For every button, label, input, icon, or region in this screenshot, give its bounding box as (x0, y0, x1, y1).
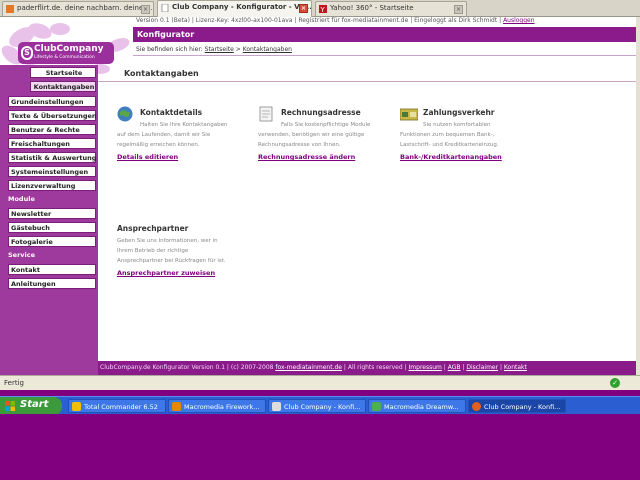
dreamweaver-icon (372, 402, 381, 411)
page-title: Kontaktangaben (124, 69, 199, 78)
breadcrumb: Sie befinden sich hier: Startseite > Kon… (136, 46, 292, 53)
footer-disclaimer-link[interactable]: Disclaimer (466, 364, 498, 371)
sidebar-item-startseite[interactable]: Startseite (30, 67, 96, 78)
sidebar-section-module: Module (8, 195, 35, 203)
bank-card-details-link[interactable]: Bank-/Kreditkartenangaben (400, 153, 518, 161)
divider (133, 55, 636, 56)
desktop-background (0, 414, 640, 480)
close-tab-icon[interactable]: × (299, 4, 308, 13)
sidebar-item-kontakt[interactable]: Kontakt (8, 264, 96, 275)
block-title: Rechnungsadresse (281, 108, 361, 117)
logo-mark-icon: S (21, 46, 33, 60)
sidebar-item-texte[interactable]: Texte & Übersetzungen (8, 110, 97, 121)
change-billing-address-link[interactable]: Rechnungsadresse ändern (258, 153, 376, 161)
firefox-icon (472, 402, 481, 411)
divider (98, 81, 636, 82)
block-title: Ansprechpartner (117, 224, 189, 233)
sidebar-item-freischaltungen[interactable]: Freischaltungen (8, 138, 96, 149)
sidebar-item-statistik[interactable]: Statistik & Auswertung (8, 152, 96, 163)
favicon-icon (6, 5, 14, 13)
taskbar-item-clubcompany-2[interactable]: Club Company - Konfi... (468, 399, 566, 413)
block-body: Halten Sie Ihre Kontaktangaben auf dem L… (117, 118, 235, 161)
browser-tab-paderflirt[interactable]: paderflirt.de. deine nachbarn. deine F..… (2, 1, 154, 16)
taskbar-item-total-commander[interactable]: Total Commander 6.52 (68, 399, 166, 413)
vertical-scrollbar[interactable] (636, 17, 640, 375)
browser-tab-yahoo[interactable]: Y Yahoo! 360° - Startseite × (315, 1, 467, 16)
sidebar-item-lizenzverwaltung[interactable]: Lizenzverwaltung (8, 180, 96, 191)
taskbar-item-clubcompany-1[interactable]: Club Company - Konfi... (268, 399, 366, 413)
section-title: Konfigurator (133, 27, 636, 42)
sidebar: Startseite Kontaktangaben Grundeinstellu… (0, 65, 98, 375)
windows-flag-icon (5, 401, 15, 411)
assign-contact-person-link[interactable]: Ansprechpartner zuweisen (117, 269, 235, 277)
footer-impressum-link[interactable]: Impressum (409, 364, 442, 371)
logo-name: ClubCompany (34, 44, 104, 54)
logout-link[interactable]: Ausloggen (503, 17, 534, 24)
sidebar-item-systemeinstellungen[interactable]: Systemeinstellungen (8, 166, 96, 177)
sidebar-item-kontaktangaben[interactable]: Kontaktangaben (30, 81, 96, 92)
block-body: Geben Sie uns Informationen, wer in Ihre… (117, 234, 235, 277)
footer-agb-link[interactable]: AGB (448, 364, 461, 371)
page-footer: ClubCompany.de Konfigurator Version 0.1 … (98, 361, 636, 375)
logo-badge: S ClubCompany Lifestyle & Communication (18, 42, 114, 64)
web-page: Version 0.1 (Beta) | Lizenz-Key: 4xzl00-… (0, 17, 636, 375)
license-info: Version 0.1 (Beta) | Lizenz-Key: 4xzl00-… (136, 17, 535, 24)
yahoo-icon: Y (319, 5, 327, 14)
page-icon (161, 3, 169, 13)
svg-text:Y: Y (320, 6, 326, 13)
footer-company-link[interactable]: fox-mediatainment.de (275, 364, 342, 371)
breadcrumb-home-link[interactable]: Startseite (205, 46, 234, 53)
total-commander-icon (72, 402, 81, 411)
taskbar-item-fireworks[interactable]: Macromedia Firework... (168, 399, 266, 413)
tab-label: Yahoo! 360° - Startseite (330, 4, 414, 12)
sidebar-item-newsletter[interactable]: Newsletter (8, 208, 96, 219)
close-tab-icon[interactable]: × (141, 5, 150, 14)
logo-tagline: Lifestyle & Communication (34, 55, 95, 60)
windows-taskbar: Start Total Commander 6.52 Macromedia Fi… (0, 396, 640, 415)
sidebar-item-fotogalerie[interactable]: Fotogalerie (8, 236, 96, 247)
browser-window-icon (272, 402, 281, 411)
block-body: Falls Sie kostenpflichtige Module verwen… (258, 118, 376, 161)
fireworks-icon (172, 402, 181, 411)
sidebar-item-anleitungen[interactable]: Anleitungen (8, 278, 96, 289)
status-text: Fertig (4, 379, 24, 387)
sidebar-item-grundeinstellungen[interactable]: Grundeinstellungen (8, 96, 96, 107)
browser-tab-clubcompany[interactable]: Club Company - Konfigurator - Ve... × (157, 0, 312, 17)
close-tab-icon[interactable]: × (454, 5, 463, 14)
start-button[interactable]: Start (0, 397, 62, 415)
tab-label: Club Company - Konfigurator - Ve... (172, 3, 312, 11)
breadcrumb-current-link[interactable]: Kontaktangaben (243, 46, 292, 53)
sidebar-item-gaestebuch[interactable]: Gästebuch (8, 222, 96, 233)
taskbar-item-dreamweaver[interactable]: Macromedia Dreamw... (368, 399, 466, 413)
block-title: Zahlungsverkehr (423, 108, 495, 117)
browser-status-bar: Fertig ✓ (0, 375, 640, 390)
browser-tab-strip: paderflirt.de. deine nachbarn. deine F..… (0, 0, 640, 17)
sidebar-item-benutzer[interactable]: Benutzer & Rechte (8, 124, 96, 135)
footer-kontakt-link[interactable]: Kontakt (504, 364, 527, 371)
sidebar-section-service: Service (8, 251, 36, 259)
block-title: Kontaktdetails (140, 108, 203, 117)
edit-details-link[interactable]: Details editieren (117, 153, 235, 161)
tab-label: paderflirt.de. deine nachbarn. deine F..… (17, 4, 154, 12)
block-body: Sie nutzen komfortablen Funktionen zum b… (400, 118, 518, 161)
check-icon: ✓ (610, 378, 620, 388)
